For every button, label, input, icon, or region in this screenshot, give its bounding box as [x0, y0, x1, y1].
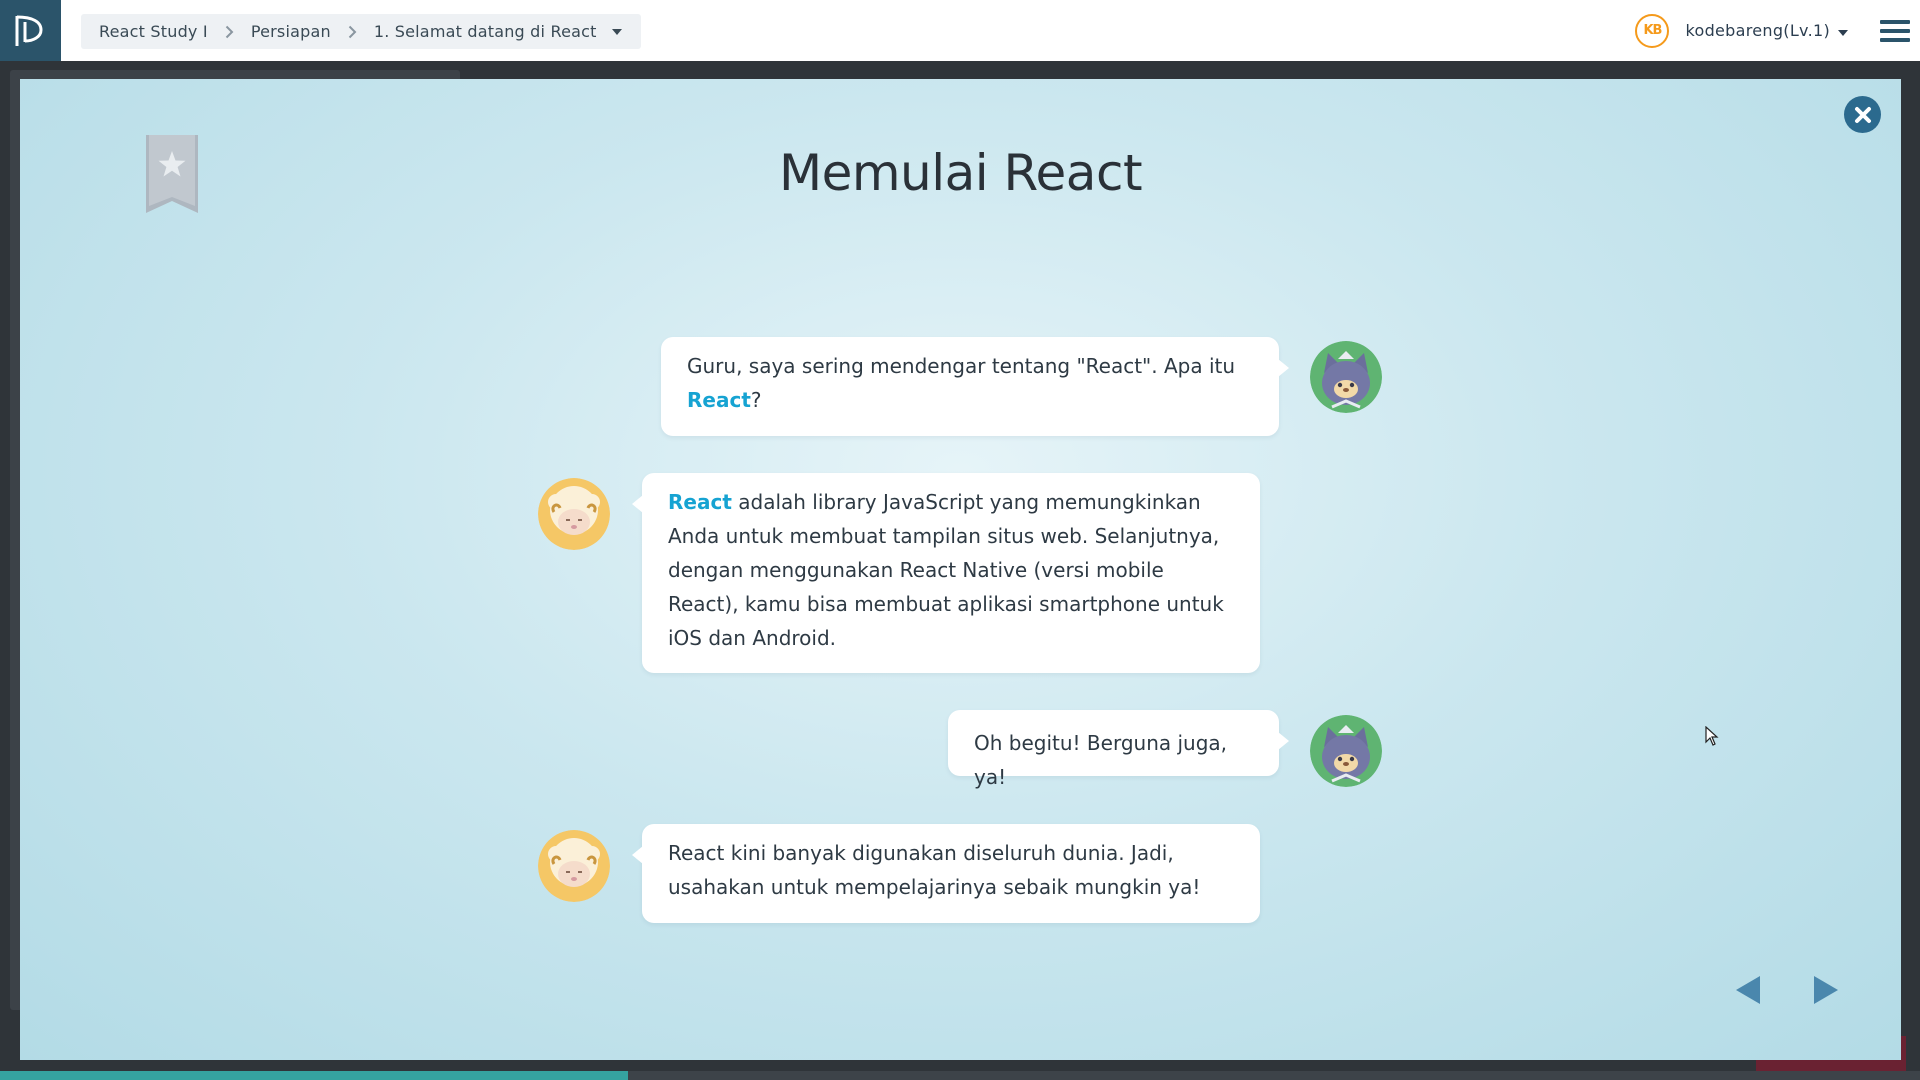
- message-highlight: React: [687, 388, 751, 412]
- caret-down-icon[interactable]: [1838, 30, 1848, 36]
- previous-slide-icon[interactable]: [1734, 975, 1762, 1009]
- teacher-avatar-icon: [538, 478, 610, 550]
- breadcrumb-chapter[interactable]: Persiapan: [251, 22, 331, 41]
- chat-bubble-teacher: React kini banyak digunakan diseluruh du…: [632, 824, 1260, 923]
- message-text: Guru, saya sering mendengar tentang "Rea…: [687, 354, 1236, 378]
- next-slide-icon[interactable]: [1812, 975, 1840, 1009]
- user-avatar-badge[interactable]: KB: [1635, 13, 1670, 48]
- chevron-right-icon: [225, 25, 234, 39]
- chevron-right-icon: [348, 25, 357, 39]
- slide-modal: Memulai React Guru, saya sering mendenga…: [20, 79, 1901, 1060]
- breadcrumb: React Study I Persiapan 1. Selamat datan…: [81, 14, 641, 49]
- breadcrumb-course[interactable]: React Study I: [99, 22, 208, 41]
- caret-down-icon[interactable]: [611, 28, 623, 36]
- breadcrumb-lesson[interactable]: 1. Selamat datang di React: [374, 22, 597, 41]
- mouse-cursor-icon: [1705, 725, 1719, 750]
- student-avatar-icon: [1310, 341, 1382, 413]
- close-icon[interactable]: [1844, 96, 1881, 133]
- user-menu[interactable]: KB kodebareng(Lv.1): [1635, 0, 1920, 61]
- top-bar: React Study I Persiapan 1. Selamat datan…: [0, 0, 1920, 61]
- chat-bubble-teacher: React adalah library JavaScript yang mem…: [632, 473, 1260, 673]
- message-text: ?: [750, 388, 762, 412]
- user-name[interactable]: kodebareng(Lv.1): [1685, 21, 1830, 40]
- progress-fill: [0, 1071, 628, 1080]
- message-text: Oh begitu! Berguna juga, ya!: [974, 731, 1228, 789]
- chat-bubble-student: Oh begitu! Berguna juga, ya!: [948, 710, 1289, 789]
- message-text: adalah library JavaScript yang memungkin…: [668, 490, 1224, 650]
- progate-logo-icon[interactable]: [0, 0, 61, 61]
- message-highlight: React: [668, 490, 732, 514]
- slide-title: Memulai React: [778, 144, 1143, 202]
- hamburger-menu-icon[interactable]: [1880, 19, 1910, 42]
- student-avatar-icon: [1310, 715, 1382, 787]
- chat-bubble-student: Guru, saya sering mendengar tentang "Rea…: [661, 337, 1289, 436]
- teacher-avatar-icon: [538, 830, 610, 902]
- message-text: React kini banyak digunakan diseluruh du…: [668, 841, 1201, 899]
